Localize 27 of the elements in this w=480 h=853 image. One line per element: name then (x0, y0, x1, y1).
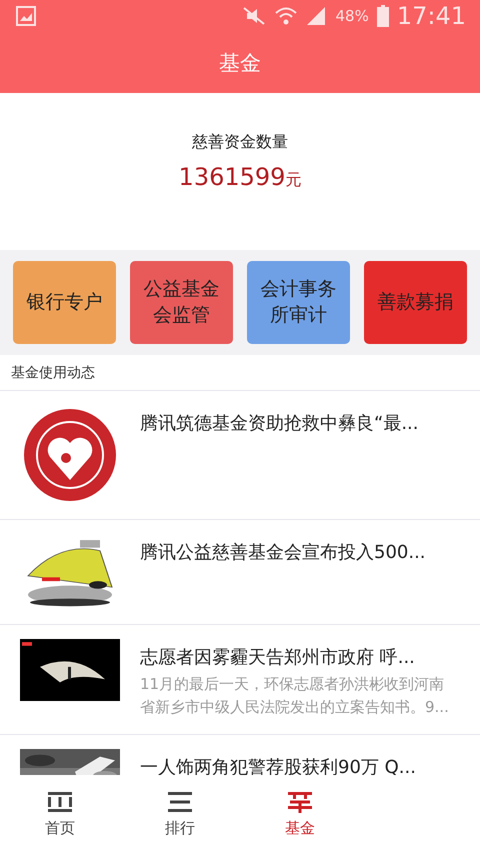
news-summary: 11月的最后一天，环保志愿者孙洪彬收到河南省新乡市中级人民法院发出的立案告知书。9... (140, 674, 450, 718)
mute-icon (241, 6, 268, 26)
nav-tab[interactable]: 基金 (240, 775, 360, 853)
fund-label: 慈善资金数量 (192, 132, 288, 153)
category-button[interactable]: 善款募捐 (364, 261, 467, 344)
image-icon (16, 6, 36, 26)
news-title[interactable]: 腾讯筑德基金资助抢救中彝良“最... (140, 411, 418, 435)
page-title: 基金 (219, 50, 261, 76)
nav-tab[interactable]: 首页 (0, 775, 120, 853)
fund-amount: 1361599 (178, 163, 286, 191)
fund-icon (287, 790, 313, 812)
news-title[interactable]: 志愿者因雾霾天告郑州市政府 呼... (140, 645, 458, 669)
menu-icon (167, 790, 193, 812)
category-button[interactable]: 公益基金会监管 (130, 261, 233, 344)
battery-level: 48% (335, 7, 369, 25)
wifi-icon (275, 6, 298, 26)
category-button[interactable]: 会计事务所审计 (247, 261, 350, 344)
currency-unit: 元 (285, 170, 302, 191)
signal-icon (305, 6, 328, 26)
battery-icon (376, 5, 389, 27)
news-title[interactable]: 腾讯公益慈善基金会宣布投入500... (140, 540, 426, 564)
grid-icon (47, 790, 73, 812)
section-title: 基金使用动态 (11, 364, 95, 382)
clock: 17:41 (396, 2, 466, 30)
nav-tab[interactable]: 排行 (120, 775, 240, 853)
news-title[interactable]: 一人饰两角犯警荐股获利90万 Q... (140, 754, 416, 775)
category-button[interactable]: 银行专户 (13, 261, 116, 344)
